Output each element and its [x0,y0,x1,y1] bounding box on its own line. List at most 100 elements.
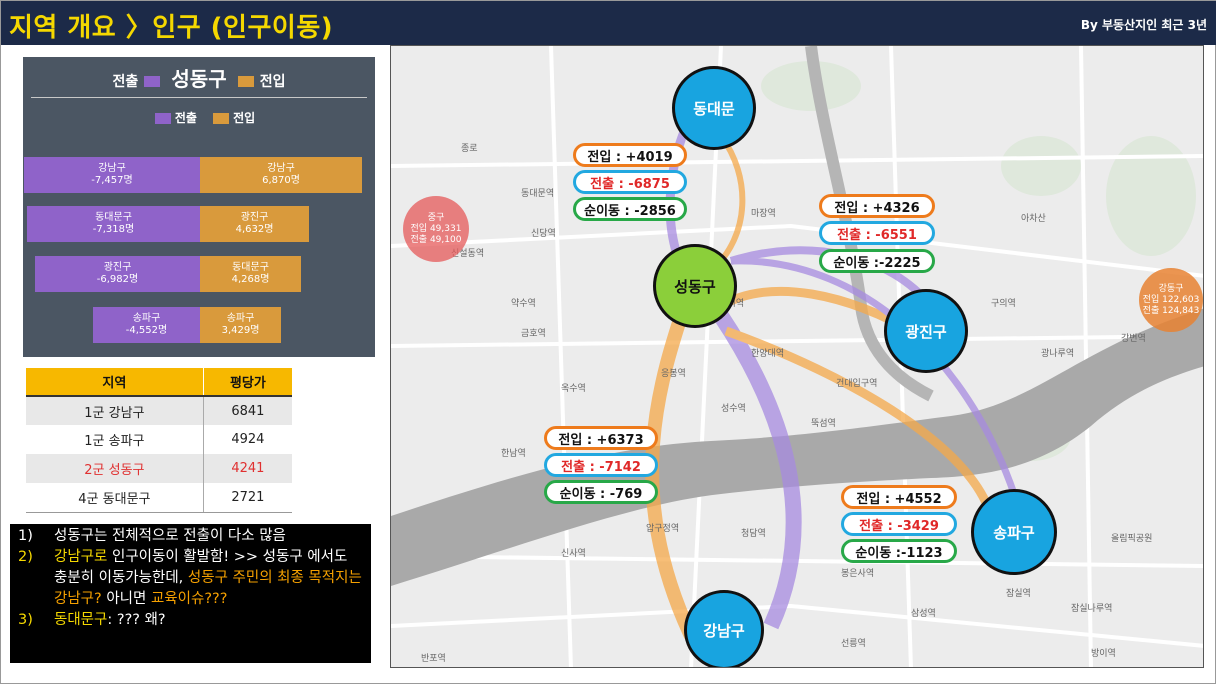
node-gangnam[interactable]: 강남구 [684,590,764,667]
pill-in: 전입 : +4019 [573,143,687,167]
pill-out: 전출 : -7142 [544,453,658,477]
bar-out: 광진구 -6,982명 [35,256,200,292]
note-3: 3) 동대문구: ??? 왜? [18,610,363,631]
bar-out: 송파구 -4,552명 [93,307,200,343]
map-place-label: 광나루역 [1041,349,1075,359]
price-cell: 6841 [203,396,292,425]
bar-category: 강남구 [98,163,126,174]
pill-out: 전출 : -3429 [841,512,957,536]
pill-net: 순이동 :-1123 [841,539,957,563]
chart-divider [31,97,367,98]
pill-net: 순이동 :-2225 [819,249,935,273]
bar-in: 송파구 3,429명 [200,307,281,343]
map-place-label: 약수역 [511,299,536,309]
pill-in: 전입 : +4326 [819,194,935,218]
note-1: 1) 성동구는 전체적으로 전출이 다소 많음 [18,526,363,547]
node-seongdong[interactable]: 성동구 [653,244,737,328]
page-title: 지역 개요 〉인구 (인구이동) [9,13,334,43]
note-number: 2) [18,549,33,565]
pill-out: 전출 : -6875 [573,170,687,194]
bar-out: 동대문구 -7,318명 [27,206,200,242]
note-plain: 아니면 [101,591,151,607]
table-row-highlight: 2군 성동구 4241 [26,454,292,483]
bar-category: 송파구 [132,313,161,324]
pill-in: 전입 : +6373 [544,426,658,450]
node-dongdaemun[interactable]: 동대문 [672,66,756,150]
region-cell: 4군 동대문구 [26,483,204,513]
table-row: 1군 송파구 4924 [26,425,292,454]
map-place-label: 압구정역 [646,524,680,534]
migration-map[interactable]: 종로동대문역신설동역왕십리역한양대역뚝섬역건대입구역아차산광나루역잠실역삼성역선… [390,45,1204,668]
source-note: By 부동산지인 최근 3년 [1080,18,1207,32]
map-place-label: 봉은사역 [841,569,875,579]
note-number: 1) [18,528,33,544]
migration-chart: 전출 성동구 전입 전출 전입 강남구 -7,457명 강남구 6,870명 동대문구 -… [23,57,375,357]
legend-out-label: 전출 [174,111,197,125]
bar-value: 3,429명 [221,325,260,336]
park-area [1106,136,1196,256]
map-place-label: 응봉역 [661,369,686,379]
notes-box: 1) 성동구는 전체적으로 전출이 다소 많음 2) 강남구로 인구이동이 활발… [10,524,371,663]
legend-in-label: 전입 [233,111,256,125]
map-place-label: 아차산 [1021,214,1046,224]
note-highlight: 교육이슈??? [150,591,228,607]
chart-title-in: 전입 [259,74,286,90]
out-swatch [143,76,160,87]
header-bar: 지역 개요 〉인구 (인구이동) By 부동산지인 최근 3년 [1,1,1216,45]
note-number: 3) [18,612,33,628]
note-text: 강남구로 인구이동이 활발함! >> 성동구 에서도 충분히 이동가능한데, 성… [54,547,363,610]
map-place-label: 금호역 [521,329,546,339]
map-place-label: 방이역 [1091,649,1116,659]
bar-category: 동대문구 [95,212,132,223]
region-cell: 2군 성동구 [26,454,204,483]
node-songpa[interactable]: 송파구 [971,489,1057,575]
map-place-label: 한양대역 [751,349,785,359]
price-table-header: 지역 평당가 [26,368,292,397]
bar-value: 4,632명 [235,224,274,235]
map-base [391,46,1203,667]
map-place-label: 종로 [461,144,478,154]
region-cell: 1군 송파구 [26,425,204,454]
col-region: 지역 [26,368,204,397]
map-place-label: 성수역 [721,404,746,414]
map-place-label: 신당역 [531,229,556,239]
chart-title-out: 전출 [112,74,139,90]
price-table: 지역 평당가 1군 강남구 6841 1군 송파구 4924 2군 성동구 42… [26,368,292,513]
bar-category: 동대문구 [232,262,269,273]
bar-in: 광진구 4,632명 [200,206,309,242]
note-text: 동대문구: ??? 왜? [54,610,166,631]
note-highlight: 강남구로 [54,549,108,565]
map-place-label: 건대입구역 [836,379,878,389]
gu-stat: 전입 122,603 [1142,294,1200,305]
chart-title: 전출 성동구 전입 [23,63,375,92]
price-cell: 4924 [231,432,265,447]
price-cell: 4241 [203,454,292,483]
bar-category: 송파구 [226,313,255,324]
gu-name: 강동구 [1158,283,1184,294]
map-place-label: 뚝섬역 [811,419,836,429]
node-gwangjin[interactable]: 광진구 [884,289,968,373]
price-cell: 2721 [203,483,292,513]
note-plain: : ??? 왜? [107,612,166,628]
pill-in: 전입 : +4552 [841,485,957,509]
chart-legend: 전출 전입 [23,109,375,126]
map-place-label: 구의역 [991,299,1016,309]
bar-value: -6,982명 [96,274,139,285]
map-place-label: 잠실역 [1006,589,1031,599]
junggu-circle[interactable]: 중구 전입 49,331 전출 49,100 [403,196,469,262]
gu-stat: 전출 124,843 [1142,305,1200,316]
in-swatch [238,76,255,87]
map-place-label: 마장역 [751,209,776,219]
gangdong-circle[interactable]: 강동구 전입 122,603 전출 124,843 [1139,268,1203,332]
pill-net: 순이동 : -2856 [573,197,687,221]
map-place-label: 한남역 [501,449,526,459]
pill-out: 전출 : -6551 [819,221,935,245]
chart-title-center: 성동구 [171,67,227,91]
gu-stat: 전입 49,331 [410,223,462,234]
legend-out-swatch [154,113,171,124]
table-row: 4군 동대문구 2721 [26,483,292,513]
map-place-label: 신사역 [561,549,586,559]
bar-in: 동대문구 4,268명 [200,256,301,292]
map-place-label: 강변역 [1121,334,1146,344]
map-place-label: 삼성역 [911,609,936,619]
